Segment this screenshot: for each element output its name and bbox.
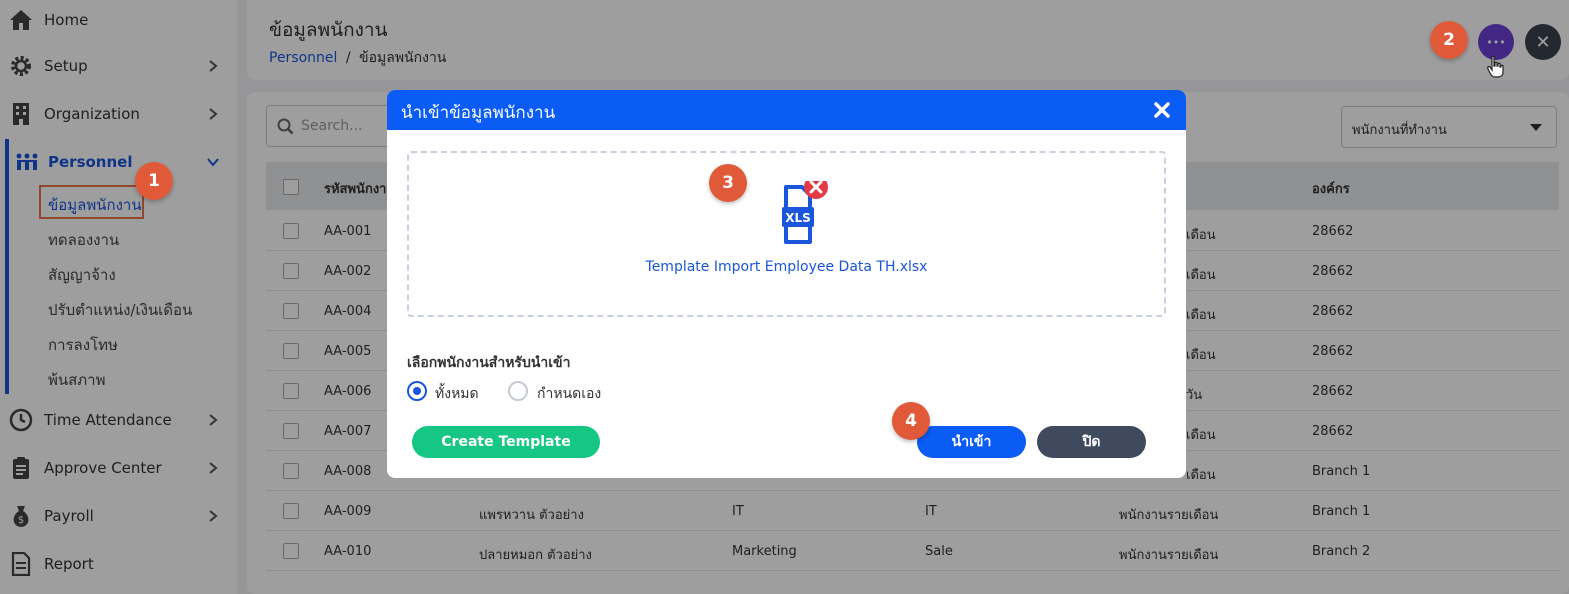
- create-template-button[interactable]: Create Template: [412, 426, 600, 458]
- xls-file-icon: XLS: [764, 175, 844, 251]
- select-employee-label: เลือกพนักงานสำหรับนำเข้า: [407, 355, 571, 371]
- step-badge: 1: [135, 162, 173, 200]
- step-badge: 4: [892, 402, 930, 440]
- modal-header: นำเข้าข้อมูลพนักงาน: [387, 90, 1186, 130]
- file-dropzone[interactable]: XLS Template Import Employee Data TH.xls…: [407, 151, 1166, 317]
- close-icon[interactable]: [1152, 100, 1172, 120]
- create-template-label: Create Template: [441, 434, 571, 450]
- import-label: นำเข้า: [951, 434, 992, 450]
- file-type-label: XLS: [785, 211, 811, 225]
- step-badge: 2: [1430, 21, 1468, 59]
- radio-all-label: ทั้งหมด: [435, 386, 479, 402]
- file-name-link[interactable]: Template Import Employee Data TH.xlsx: [409, 259, 1164, 275]
- hand-cursor-icon: [1487, 55, 1504, 78]
- radio-custom[interactable]: [508, 381, 528, 401]
- modal-title: นำเข้าข้อมูลพนักงาน: [401, 103, 556, 123]
- close-modal-label: ปิด: [1082, 434, 1101, 450]
- import-button[interactable]: นำเข้า: [917, 426, 1026, 458]
- step-badge: 3: [709, 164, 747, 202]
- close-modal-button[interactable]: ปิด: [1037, 426, 1146, 458]
- radio-all[interactable]: [407, 381, 427, 401]
- import-modal: นำเข้าข้อมูลพนักงาน XLS Template Import …: [387, 90, 1186, 478]
- radio-custom-label: กำหนดเอง: [537, 386, 602, 402]
